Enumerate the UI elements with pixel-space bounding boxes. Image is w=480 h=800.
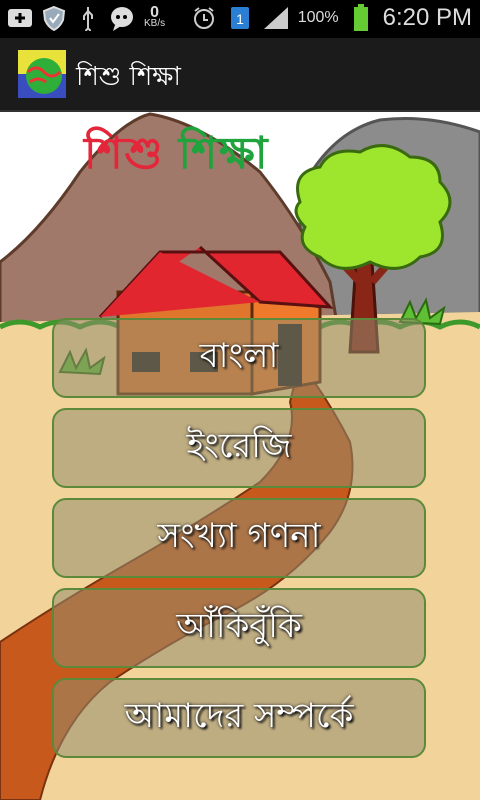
menu-button-counting[interactable]: সংখ্যা গণনা (52, 498, 426, 578)
home-scene: শিশু শিক্ষা বাংলা ইংরেজি সংখ্যা গণনা আঁকি… (0, 112, 480, 800)
menu-button-about-us[interactable]: আমাদের সম্পর্কে (52, 678, 426, 758)
alarm-icon (190, 4, 218, 32)
battery-percent: 100% (297, 9, 339, 26)
scene-title-word1: শিশু (84, 128, 165, 179)
status-bar: 0 KB/s 1 100% 6:20 PM (0, 0, 480, 38)
sim-icon: 1 (226, 4, 254, 32)
main-menu: বাংলা ইংরেজি সংখ্যা গণনা আঁকিবুঁকি আমাদে… (52, 318, 426, 768)
sim-badge-text: 1 (236, 11, 244, 27)
usb-icon (74, 4, 102, 32)
menu-button-drawing[interactable]: আঁকিবুঁকি (52, 588, 426, 668)
scene-title-word2: শিক্ষা (178, 128, 270, 179)
action-bar: শিশু শিক্ষা (0, 38, 480, 112)
add-icon (6, 4, 34, 32)
menu-button-english[interactable]: ইংরেজি (52, 408, 426, 488)
battery-icon (347, 4, 375, 32)
signal-icon (262, 4, 290, 32)
menu-button-bangla[interactable]: বাংলা (52, 318, 426, 398)
clock: 6:20 PM (382, 4, 472, 31)
scene-title: শিশু শিক্ষা (84, 120, 270, 193)
app-title: শিশু শিক্ষা (76, 62, 181, 92)
network-speed: 0 KB/s (144, 4, 166, 30)
shield-icon (40, 4, 68, 32)
chat-icon (108, 4, 136, 32)
app-logo-icon[interactable] (18, 50, 66, 98)
